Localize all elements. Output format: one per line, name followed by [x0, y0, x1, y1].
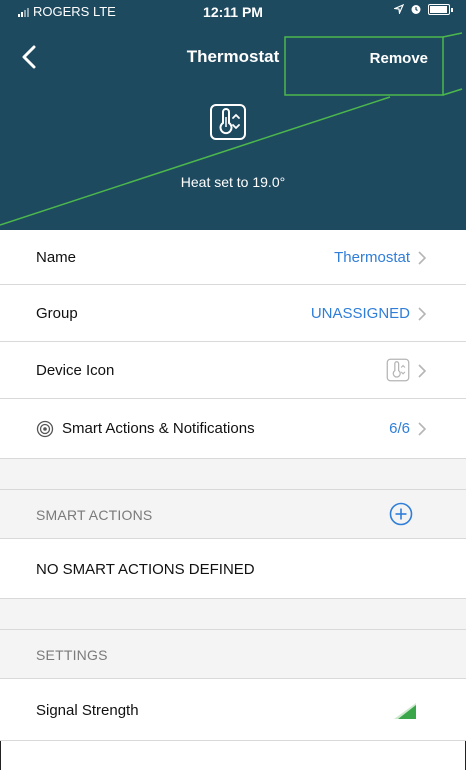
signal-strength-icon: [394, 703, 416, 719]
name-value: Thermostat: [334, 249, 410, 266]
remove-button[interactable]: Remove: [370, 50, 428, 67]
back-button[interactable]: [22, 42, 46, 74]
group-label: Group: [36, 305, 78, 322]
chevron-left-icon: [22, 45, 36, 69]
device-icon-row[interactable]: Device Icon: [0, 342, 466, 399]
smart-actions-header: SMART ACTIONS: [0, 489, 466, 539]
battery-icon: [428, 3, 453, 15]
section-spacer: [0, 459, 466, 489]
alarm-clock-icon: [411, 5, 421, 14]
smart-actions-notifications-count: 6/6: [389, 420, 410, 437]
name-label: Name: [36, 249, 77, 266]
smart-actions-header-label: SMART ACTIONS: [36, 507, 153, 523]
status-bar: ROGERS LTE 12:11 PM: [0, 0, 466, 22]
thermometer-icon: [386, 358, 410, 382]
nav-bar: Thermostat Remove: [0, 42, 466, 74]
settings-header-label: SETTINGS: [36, 647, 108, 663]
smart-actions-icon: [36, 420, 54, 438]
no-smart-actions-text: NO SMART ACTIONS DEFINED: [36, 561, 255, 578]
signal-strength-row[interactable]: Signal Strength: [0, 679, 466, 741]
chevron-right-icon: [418, 364, 426, 378]
location-arrow-icon: [394, 4, 404, 14]
signal-strength-label: Signal Strength: [36, 702, 139, 719]
smart-actions-notifications-row[interactable]: Smart Actions & Notifications 6/6: [0, 399, 466, 459]
name-row[interactable]: Name Thermostat: [0, 230, 466, 285]
group-value: UNASSIGNED: [310, 305, 410, 322]
section-spacer: [0, 599, 466, 629]
thermometer-icon: [210, 104, 246, 140]
device-icon-label: Device Icon: [36, 362, 115, 379]
settings-header: SETTINGS: [0, 629, 466, 679]
device-header: ROGERS LTE 12:11 PM Thermostat Remove He…: [0, 0, 466, 230]
status-right: [394, 3, 453, 15]
no-smart-actions-row: NO SMART ACTIONS DEFINED: [0, 539, 466, 599]
group-row[interactable]: Group UNASSIGNED: [0, 285, 466, 342]
chevron-right-icon: [418, 422, 426, 436]
add-smart-action-button[interactable]: [389, 502, 413, 526]
heat-setpoint-status: Heat set to 19.0°: [180, 174, 286, 190]
chevron-right-icon: [418, 251, 426, 265]
smart-actions-notifications-label: Smart Actions & Notifications: [62, 420, 255, 437]
chevron-right-icon: [418, 307, 426, 321]
